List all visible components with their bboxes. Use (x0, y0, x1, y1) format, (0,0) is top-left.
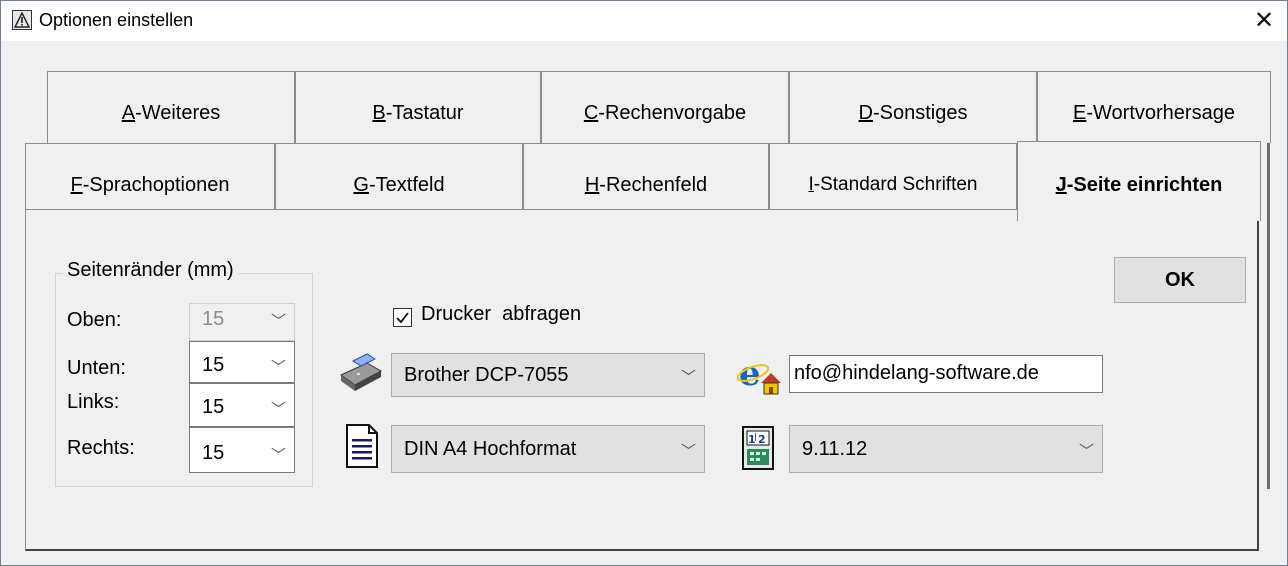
margin-top-label: Oben: (67, 309, 122, 331)
tab-label: -Tastatur (385, 102, 464, 124)
chevron-down-icon: ﹀ (270, 401, 286, 418)
chevron-down-icon: ﹀ (270, 313, 286, 330)
tab-label: -Textfeld (368, 174, 445, 196)
tab-rechenfeld[interactable]: H-Rechenfeld (523, 143, 769, 211)
margin-left-label: Links: (67, 391, 120, 413)
tab-label: -Sonstiges (872, 102, 968, 124)
options-dialog: Optionen einstellen ✕ A-Weiteres B-Tasta… (0, 0, 1288, 566)
chevron-down-icon: ﹀ (680, 369, 696, 386)
tab-accesskey: C (583, 102, 599, 124)
close-button[interactable]: ✕ (1241, 1, 1287, 41)
chevron-down-icon: ﹀ (680, 443, 696, 460)
tab-accesskey: B (372, 102, 386, 124)
printer-icon (337, 353, 385, 393)
document-icon (345, 423, 379, 469)
tab-label: -Standard Schriften (813, 174, 978, 195)
margin-top-select: 15 ﹀ (189, 303, 295, 341)
title-bar: Optionen einstellen ✕ (1, 1, 1287, 41)
date-format-select[interactable]: 9.11.12 ﹀ (789, 425, 1103, 473)
tab-accesskey: E (1073, 102, 1087, 124)
tab-accesskey: G (353, 174, 369, 196)
printer-query-label: Drucker abfragen (421, 303, 582, 325)
tab-accesskey: F (70, 174, 83, 196)
tab-rechenvorgabe[interactable]: C-Rechenvorgabe (541, 71, 789, 143)
svg-text:e: e (739, 354, 761, 394)
tab-strip-shadow (1267, 143, 1270, 489)
tab-tastatur[interactable]: B-Tastatur (295, 71, 541, 143)
calendar-icon: 1 | 2 (739, 425, 777, 471)
tab-weiteres[interactable]: A-Weiteres (47, 71, 295, 143)
margin-top-value: 15 (202, 308, 225, 330)
date-format-selected-value: 9.11.12 (802, 438, 868, 460)
checkmark-icon (396, 312, 409, 324)
tab-sonstiges[interactable]: D-Sonstiges (789, 71, 1037, 143)
tab-sprachoptionen[interactable]: F-Sprachoptionen (25, 143, 275, 211)
tab-label: -Rechenvorgabe (598, 102, 747, 124)
window-title: Optionen einstellen (39, 10, 194, 30)
tab-accesskey: A (121, 102, 136, 124)
paper-format-select[interactable]: DIN A4 Hochformat ﹀ (391, 425, 705, 473)
warning-app-icon (12, 10, 32, 30)
tab-accesskey: H (584, 174, 600, 196)
margin-right-select[interactable]: 15 ﹀ (189, 427, 295, 473)
margins-group-label: Seitenränder (mm) (63, 259, 238, 282)
email-field[interactable]: nfo@hindelang-software.de (789, 355, 1103, 393)
printer-select[interactable]: Brother DCP-7055 ﹀ (391, 353, 705, 397)
tab-seite-einrichten[interactable]: J-Seite einrichten (1017, 141, 1261, 221)
printer-query-checkbox[interactable] (393, 308, 412, 327)
tab-textfeld[interactable]: G-Textfeld (275, 143, 523, 211)
tab-label: -Sprachoptionen (82, 174, 230, 196)
chevron-down-icon: ﹀ (270, 447, 286, 464)
tab-wortvorhersage[interactable]: E-Wortvorhersage (1037, 71, 1271, 143)
margin-left-value: 15 (202, 396, 225, 418)
svg-text:2: 2 (758, 433, 766, 446)
internet-explorer-home-icon: e (736, 353, 781, 395)
ok-button[interactable]: OK (1114, 257, 1246, 303)
paper-selected-value: DIN A4 Hochformat (404, 438, 577, 460)
tab-accesskey: D (858, 102, 873, 124)
printer-selected-value: Brother DCP-7055 (404, 364, 569, 386)
margin-right-label: Rechts: (67, 437, 135, 459)
chevron-down-icon: ﹀ (270, 359, 286, 376)
tab-label: -Weiteres (135, 102, 221, 124)
margin-bottom-label: Unten: (67, 357, 126, 379)
margin-left-select[interactable]: 15 ﹀ (189, 383, 295, 427)
tab-standard-schriften[interactable]: I-Standard Schriften (769, 143, 1017, 211)
svg-text:|: | (754, 432, 757, 441)
tab-label: -Wortvorhersage (1086, 102, 1235, 124)
chevron-down-icon: ﹀ (1078, 443, 1094, 460)
tab-label: -Rechenfeld (599, 174, 708, 196)
margin-bottom-select[interactable]: 15 ﹀ (189, 341, 295, 383)
tab-accesskey: J (1055, 174, 1067, 196)
tab-label: -Seite einrichten (1066, 174, 1223, 196)
margin-bottom-value: 15 (202, 354, 225, 376)
margin-right-value: 15 (202, 442, 225, 464)
